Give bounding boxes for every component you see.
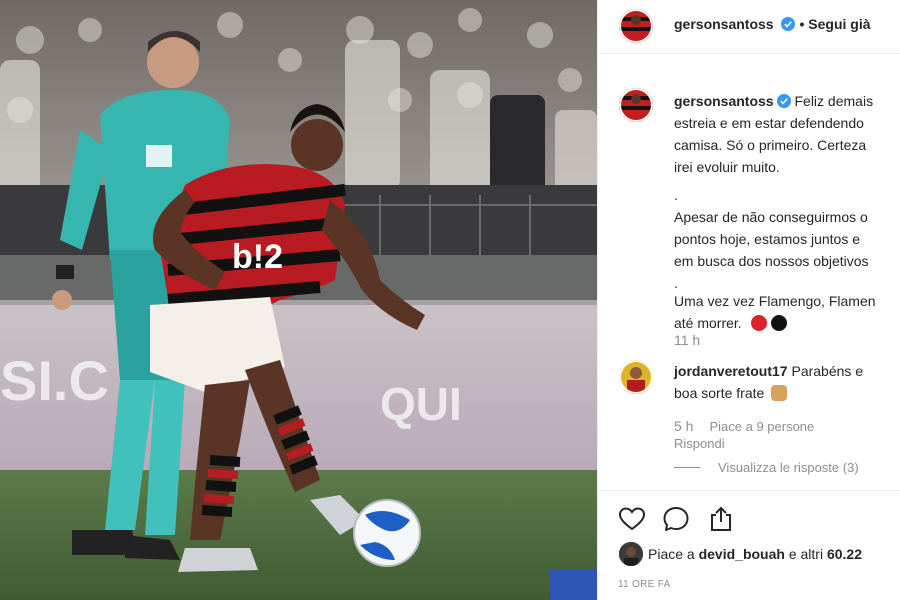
caption-text: Apesar de não conseguirmos o [674,209,868,225]
likes-summary[interactable]: Piace a devid_bouah e altri 60.22 [648,546,862,562]
caption-time[interactable]: 11 h [674,332,700,348]
likes-prefix: Piace a [648,546,699,562]
caption-text: camisa. Só o primeiro. Certeza [674,137,867,153]
verified-icon [781,17,796,31]
view-replies-label: Visualizza le risposte (3) [718,460,859,475]
likes-suffix: e altri [784,546,827,562]
post-side-panel: gersonsantoss • Segui già gersonsantoss … [597,0,900,600]
likes-count[interactable]: 60.22 [827,546,862,562]
follow-status-button[interactable]: • Segui già [800,16,871,32]
caption-text: irei evoluir muito. [674,159,780,175]
comment-username[interactable]: jordanveretout17 [674,363,788,379]
red-circle-emoji-icon [750,315,767,331]
share-icon[interactable] [707,505,735,533]
caption-text: em busca dos nossos objetivos [674,253,869,269]
caption-text: . [674,187,678,203]
comment-meta: 5 h Piace a 9 persone Rispondi [674,418,830,451]
liker-avatar[interactable] [619,542,643,566]
comment-time[interactable]: 5 h [674,418,693,434]
post-header: gersonsantoss • Segui già [598,0,900,54]
caption-text: estreia e em estar defendendo [674,115,864,131]
svg-text:b!2: b!2 [232,238,283,276]
author-avatar[interactable] [619,9,653,43]
verified-icon [776,94,791,108]
likes-user[interactable]: devid_bouah [699,546,785,562]
svg-text:QUI: QUI [380,378,462,430]
comment-text: Parabéns e [791,363,864,379]
replies-divider [674,467,700,468]
football-photo-illustration: SI.C QUI b!2 [0,0,597,600]
post-timestamp[interactable]: 11 ORE FA [618,579,671,590]
black-circle-emoji-icon [770,315,787,331]
caption-text: pontos hoje, estamos juntos e [674,231,861,247]
caption-text: Uma vez vez Flamengo, Flamen [674,293,876,309]
svg-text:SI.C: SI.C [0,349,109,412]
comment-text: boa sorte frate [674,385,765,401]
caption-text: até morrer. [674,312,900,334]
caption-text: Feliz demais [794,93,874,109]
comment-likes-link[interactable]: Piace a 9 persone [709,419,814,434]
caption-username[interactable]: gersonsantoss [674,93,774,109]
post-photo[interactable]: SI.C QUI b!2 [0,0,597,600]
post-caption: gersonsantoss Feliz demais estreia e em … [674,90,900,334]
view-replies-button[interactable]: Visualizza le risposte (3) [674,460,859,475]
folded-hands-emoji-icon [771,385,788,401]
commenter-avatar[interactable] [619,360,653,394]
post-actions: Piace a devid_bouah e altri 60.22 11 ORE… [598,490,900,600]
football [353,499,421,567]
caption-author-avatar[interactable] [619,88,653,122]
comment-icon[interactable] [662,505,690,533]
comment-item: jordanveretout17 Parabéns e boa sorte fr… [674,360,863,404]
reply-button[interactable]: Rispondi [674,436,725,451]
header-username[interactable]: gersonsantoss [674,16,774,32]
caption-line-1: gersonsantoss Feliz demais [674,90,900,112]
heart-icon[interactable] [618,505,646,533]
